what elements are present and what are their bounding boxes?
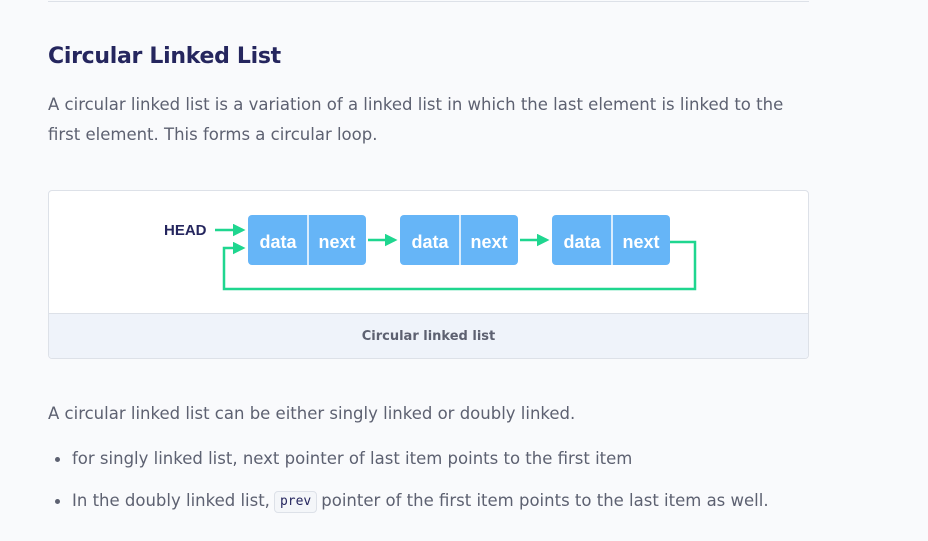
body-paragraph: A circular linked list can be either sin… xyxy=(48,404,576,423)
list-item: In the doubly linked list, prev pointer of… xyxy=(48,487,848,515)
inline-code: prev xyxy=(273,491,318,513)
node-next-label: next xyxy=(470,232,507,252)
head-label: HEAD xyxy=(164,222,207,239)
circular-linked-list-diagram: HEAD data next data next data next xyxy=(164,215,697,291)
list-node: data next xyxy=(400,215,518,265)
node-data-label: data xyxy=(563,232,601,252)
node-data-label: data xyxy=(411,232,449,252)
bullet-list: for singly linked list, next pointer of … xyxy=(48,445,848,529)
node-data-label: data xyxy=(259,232,297,252)
divider xyxy=(48,0,809,2)
intro-paragraph: A circular linked list is a variation of… xyxy=(48,95,784,144)
bullet-icon xyxy=(55,499,60,504)
list-item-text: for singly linked list, next pointer of … xyxy=(72,449,633,468)
section-title: Circular Linked List xyxy=(48,44,281,69)
article-page: Circular Linked List A circular linked l… xyxy=(0,0,928,541)
list-item: for singly linked list, next pointer of … xyxy=(48,445,848,473)
figure-caption: Circular linked list xyxy=(49,313,808,358)
list-item-text-after: pointer of the first item points to the … xyxy=(321,491,769,510)
list-item-text-before: In the doubly linked list, xyxy=(72,491,270,510)
list-node: data next xyxy=(552,215,670,265)
diagram-figure: HEAD data next data next data next Circu… xyxy=(48,190,809,359)
node-next-label: next xyxy=(318,232,355,252)
bullet-icon xyxy=(55,457,60,462)
node-next-label: next xyxy=(622,232,659,252)
list-node: data next xyxy=(248,215,366,265)
